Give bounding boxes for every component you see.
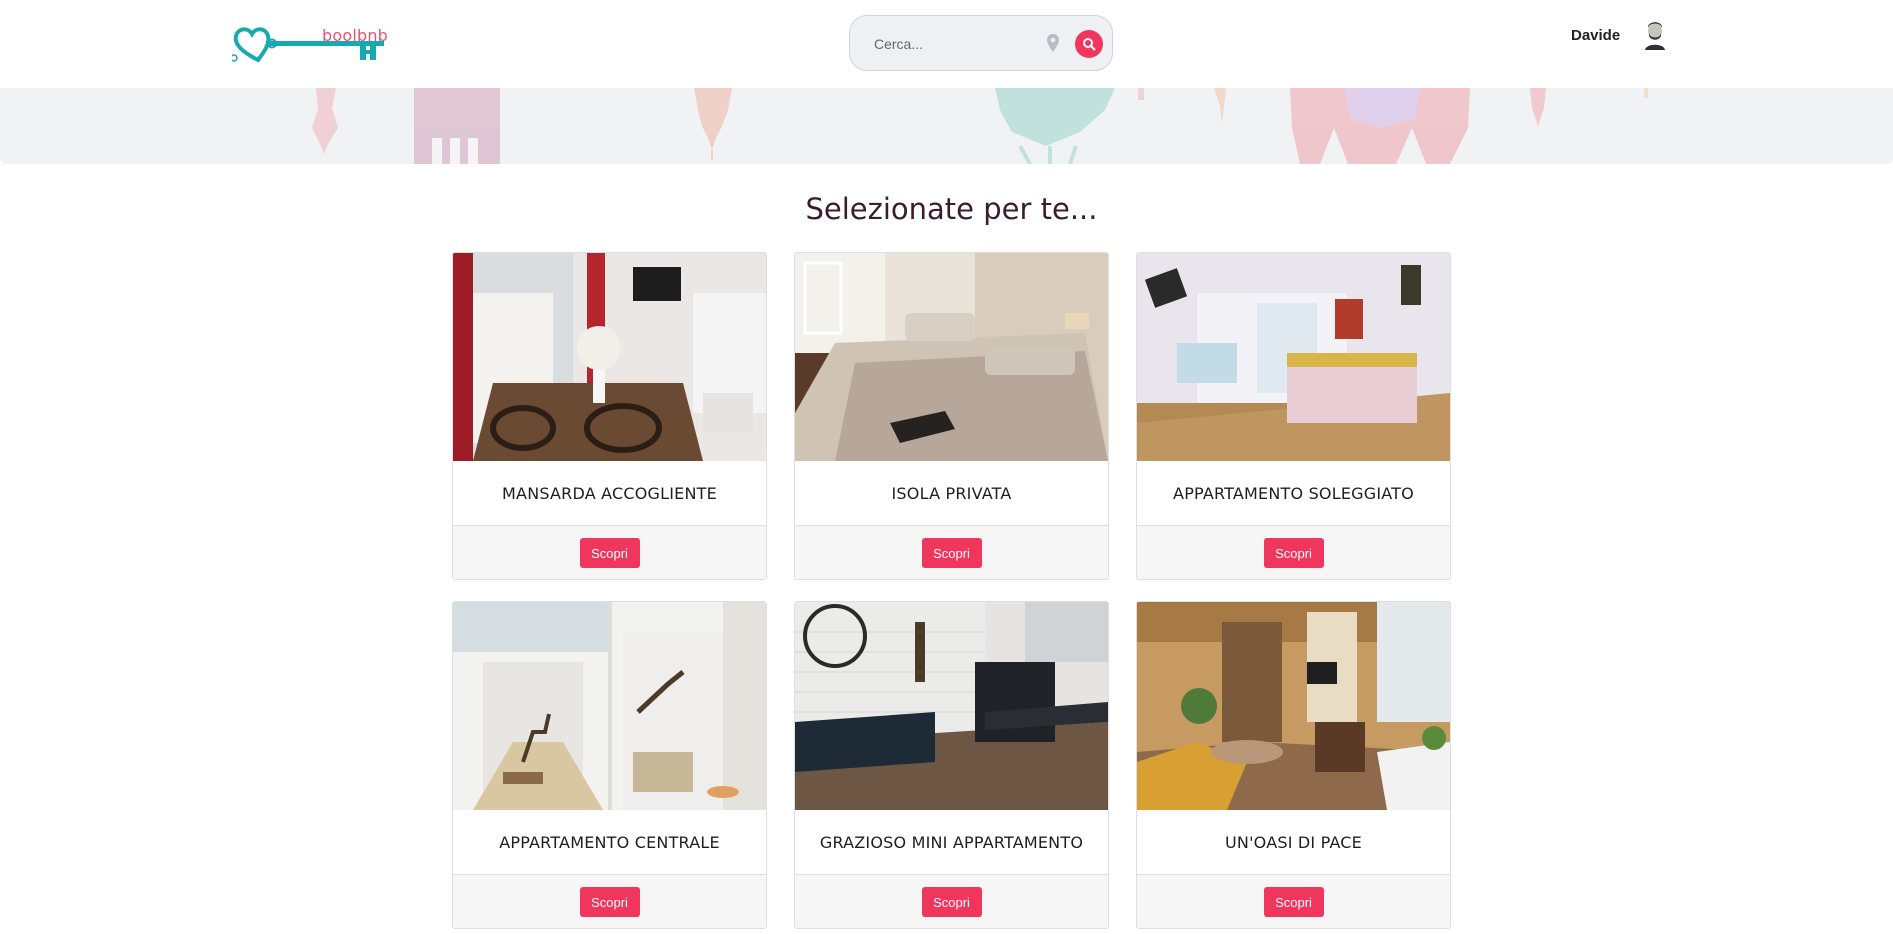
listing-photo[interactable]: [1137, 602, 1450, 810]
listing-photo[interactable]: [453, 602, 766, 810]
card-footer: Scopri: [1137, 526, 1450, 579]
listing-photo[interactable]: [795, 602, 1108, 810]
search-icon: [1083, 38, 1096, 51]
top-navbar: boolbnb Davide: [0, 0, 1893, 88]
listing-title: MANSARDA ACCOGLIENTE: [453, 461, 766, 526]
listing-card: UN'OASI DI PACE Scopri: [1136, 601, 1451, 929]
landmarks-illustration: [312, 88, 1648, 164]
listing-card: APPARTAMENTO CENTRALE Scopri: [452, 601, 767, 929]
listing-photo[interactable]: [453, 253, 766, 461]
card-footer: Scopri: [795, 875, 1108, 928]
user-avatar-icon[interactable]: [1642, 20, 1668, 50]
card-footer: Scopri: [1137, 875, 1450, 928]
search-button[interactable]: [1075, 30, 1103, 58]
listing-title: APPARTAMENTO CENTRALE: [453, 810, 766, 875]
listing-photo[interactable]: [1137, 253, 1450, 461]
discover-button[interactable]: Scopri: [579, 887, 640, 917]
logo-text: boolbnb: [322, 26, 389, 45]
listing-title: APPARTAMENTO SOLEGGIATO: [1137, 461, 1450, 526]
listing-card: APPARTAMENTO SOLEGGIATO Scopri: [1136, 252, 1451, 580]
search-bar: [849, 15, 1113, 71]
section-title: Selezionate per te...: [805, 192, 1098, 226]
discover-button[interactable]: Scopri: [579, 538, 640, 568]
listing-card: ISOLA PRIVATA Scopri: [794, 252, 1109, 580]
location-pin-icon[interactable]: [1045, 33, 1061, 55]
discover-button[interactable]: Scopri: [1263, 887, 1324, 917]
card-footer: Scopri: [453, 526, 766, 579]
hero-banner: [0, 88, 1893, 164]
listing-photo[interactable]: [795, 253, 1108, 461]
brand-logo[interactable]: boolbnb: [230, 22, 389, 72]
discover-button[interactable]: Scopri: [1263, 538, 1324, 568]
discover-button[interactable]: Scopri: [921, 887, 982, 917]
listing-title: GRAZIOSO MINI APPARTAMENTO: [795, 810, 1108, 875]
search-input[interactable]: [874, 33, 1034, 55]
discover-button[interactable]: Scopri: [921, 538, 982, 568]
listing-title: ISOLA PRIVATA: [795, 461, 1108, 526]
listing-title: UN'OASI DI PACE: [1137, 810, 1450, 875]
card-footer: Scopri: [795, 526, 1108, 579]
user-name[interactable]: Davide: [1571, 27, 1620, 44]
listing-card: GRAZIOSO MINI APPARTAMENTO Scopri: [794, 601, 1109, 929]
card-footer: Scopri: [453, 875, 766, 928]
listing-card: MANSARDA ACCOGLIENTE Scopri: [452, 252, 767, 580]
